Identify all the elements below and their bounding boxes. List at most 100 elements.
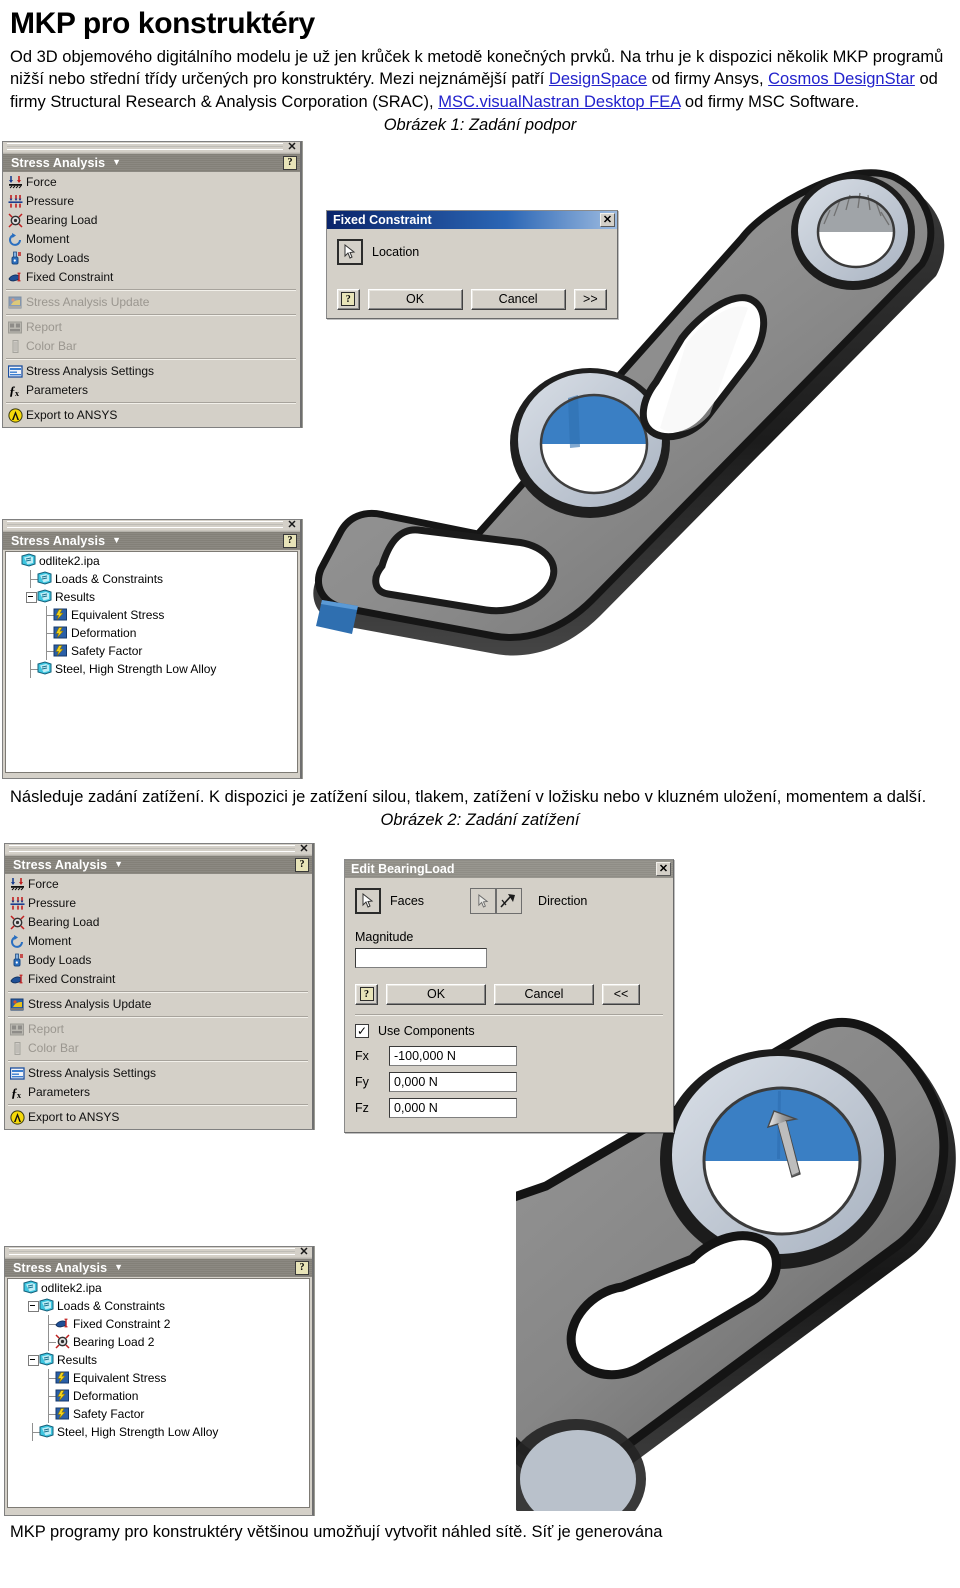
menu-item-fixed-constraint[interactable]: Fixed Constraint [5, 970, 312, 989]
close-icon[interactable]: ✕ [298, 843, 310, 854]
tree-node[interactable]: Results [8, 1351, 309, 1369]
external-link-5[interactable]: MSC.visualNastran Desktop FEA [438, 93, 680, 111]
chevron-down-icon[interactable]: ▼ [112, 158, 121, 167]
moment-icon [10, 934, 25, 949]
magnitude-input[interactable] [355, 947, 487, 968]
collapse-toggle-icon[interactable] [26, 1351, 39, 1369]
ok-button[interactable]: OK [367, 288, 463, 310]
component-label-fy: Fy [355, 1074, 369, 1089]
component-input-fy[interactable]: 0,000 N [389, 1071, 517, 1092]
menu-item-body-loads[interactable]: Body Loads [3, 249, 300, 268]
collapse-button[interactable]: << [602, 983, 640, 1005]
tree-node[interactable]: Deformation [8, 1386, 309, 1405]
close-icon[interactable]: ✕ [656, 861, 671, 876]
menu-item-bearing-load[interactable]: Bearing Load [5, 913, 312, 932]
color-bar-icon [8, 339, 23, 354]
panel-grip-bar[interactable]: ✕ [5, 843, 312, 855]
tree-node[interactable]: Steel, High Strength Low Alloy [8, 1422, 309, 1441]
chevron-down-icon[interactable]: ▼ [112, 536, 121, 545]
panel-title-bar[interactable]: Stress Analysis ▼ ? [3, 530, 300, 550]
menu-item-bearing-load[interactable]: Bearing Load [3, 211, 300, 230]
panel-grip-bar[interactable]: ✕ [3, 141, 300, 153]
faces-select-button[interactable] [355, 887, 381, 914]
menu-item-stress-analysis-update[interactable]: Stress Analysis Update [5, 995, 312, 1014]
tree-node[interactable]: Fixed Constraint 2 [8, 1314, 309, 1333]
tree-node[interactable]: Steel, High Strength Low Alloy [6, 659, 297, 678]
chevron-down-icon[interactable]: ▼ [114, 860, 123, 869]
menu-item-fixed-constraint[interactable]: Fixed Constraint [3, 268, 300, 287]
menu-item-pressure[interactable]: Pressure [3, 192, 300, 211]
collapse-toggle-icon[interactable] [24, 588, 37, 606]
external-link-1[interactable]: DesignSpace [549, 70, 647, 88]
chevron-down-icon[interactable]: ▼ [114, 1263, 123, 1272]
help-button[interactable]: ? [355, 983, 378, 1005]
panel-grip-bar[interactable]: ✕ [3, 519, 300, 531]
component-input-fx[interactable]: -100,000 N [389, 1045, 517, 1066]
help-icon[interactable]: ? [295, 857, 309, 872]
menu-item-label: Bearing Load [28, 915, 100, 930]
use-components-checkbox[interactable]: ✓ [355, 1023, 369, 1038]
menu-item-force[interactable]: Force [3, 173, 300, 192]
menu-item-body-loads[interactable]: Body Loads [5, 951, 312, 970]
close-icon[interactable]: ✕ [286, 141, 298, 152]
menu-item-stress-analysis-settings[interactable]: Stress Analysis Settings [5, 1064, 312, 1083]
help-button[interactable]: ? [337, 288, 360, 310]
cancel-button[interactable]: Cancel [470, 288, 566, 310]
direction-select-button[interactable] [470, 887, 497, 914]
menu-item-stress-analysis-settings[interactable]: Stress Analysis Settings [3, 362, 300, 381]
tree-node[interactable]: Safety Factor [8, 1404, 309, 1423]
menu-item-parameters[interactable]: ƒ x Parameters [3, 381, 300, 400]
menu-item-moment[interactable]: Moment [5, 932, 312, 951]
tree-connector [26, 1422, 40, 1441]
location-select-button[interactable] [337, 238, 363, 265]
fixed-constraint-icon [8, 270, 23, 285]
collapse-toggle-icon[interactable] [26, 1297, 39, 1315]
tree-node[interactable]: Deformation [6, 623, 297, 642]
cancel-button[interactable]: Cancel [494, 983, 594, 1005]
ok-button[interactable]: OK [386, 983, 486, 1005]
tree-node[interactable]: Results [6, 588, 297, 606]
paragraph-text: od firmy Ansys, [647, 70, 769, 89]
tree-node[interactable]: Safety Factor [6, 641, 297, 660]
close-icon[interactable]: ✕ [600, 212, 615, 227]
dialog-title-bar[interactable]: Edit BearingLoad ✕ [345, 859, 673, 878]
menu-item-moment[interactable]: Moment [3, 230, 300, 249]
menu-item-force[interactable]: Force [5, 875, 312, 894]
help-icon[interactable]: ? [283, 155, 297, 170]
close-icon[interactable]: ✕ [298, 1246, 310, 1257]
tree-node[interactable]: Loads & Constraints [6, 569, 297, 588]
drag-grip[interactable] [7, 143, 283, 151]
model-tree: odlitek2.ipa Loads & Constraints Results Eq… [5, 550, 298, 773]
stress-analysis-toolbar-panel-2: ✕ Stress Analysis ▼ ? Force Pressure Beari… [4, 842, 314, 1130]
menu-item-export-to-ansys[interactable]: Export to ANSYS [3, 406, 300, 425]
menu-item-color-bar: Color Bar [5, 1039, 312, 1058]
close-icon[interactable]: ✕ [286, 519, 298, 530]
tree-node[interactable]: Equivalent Stress [6, 605, 297, 624]
help-icon[interactable]: ? [283, 533, 297, 548]
panel-title-bar[interactable]: Stress Analysis ▼ ? [3, 152, 300, 172]
dialog-title-bar[interactable]: Fixed Constraint ✕ [327, 210, 617, 229]
tree-connector [42, 1404, 56, 1423]
tree-node[interactable]: Equivalent Stress [8, 1368, 309, 1387]
drag-grip[interactable] [9, 1248, 295, 1256]
direction-flip-button[interactable] [496, 887, 523, 914]
tree-node-label: Results [55, 589, 96, 604]
component-input-fz[interactable]: 0,000 N [389, 1097, 517, 1118]
figure-1: ✕ Stress Analysis ▼ ? Force Pressure Beari… [0, 136, 960, 784]
tree-node[interactable]: Bearing Load 2 [8, 1332, 309, 1351]
location-label: Location [372, 244, 420, 259]
panel-grip-bar[interactable]: ✕ [5, 1246, 312, 1258]
drag-grip[interactable] [9, 845, 295, 853]
menu-item-parameters[interactable]: ƒ x Parameters [5, 1083, 312, 1102]
menu-item-pressure[interactable]: Pressure [5, 894, 312, 913]
expand-button[interactable]: >> [573, 288, 607, 310]
tree-node[interactable]: odlitek2.ipa [6, 552, 297, 570]
tree-node[interactable]: Loads & Constraints [8, 1297, 309, 1315]
external-link-3[interactable]: Cosmos DesignStar [768, 70, 915, 88]
tree-node[interactable]: odlitek2.ipa [8, 1279, 309, 1297]
menu-item-export-to-ansys[interactable]: Export to ANSYS [5, 1108, 312, 1127]
drag-grip[interactable] [7, 521, 283, 529]
help-icon[interactable]: ? [295, 1260, 309, 1275]
panel-title-bar[interactable]: Stress Analysis ▼ ? [5, 854, 312, 874]
panel-title-bar[interactable]: Stress Analysis ▼ ? [5, 1257, 312, 1277]
